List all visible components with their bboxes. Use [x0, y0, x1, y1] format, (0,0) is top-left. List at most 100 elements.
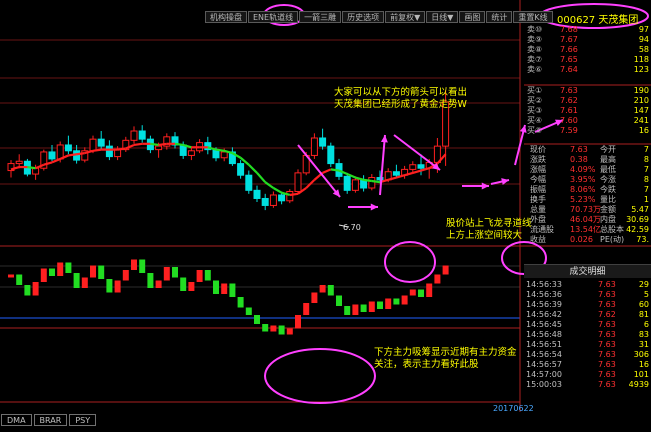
oscillator-bar: [434, 274, 441, 284]
oscillator-bar: [8, 274, 14, 278]
trade-row-cell: 29: [638, 280, 649, 289]
candle-body: [269, 194, 277, 206]
sell-row: 卖⑧ 7.66 58: [524, 45, 651, 55]
oscillator-bar: [245, 307, 252, 315]
tab-jigou-caopan[interactable]: 机构操盘: [205, 11, 247, 23]
oscillator-bar: [73, 273, 80, 288]
indicator-tabs: DMA BRAR PSY: [1, 414, 98, 426]
sell-row-cell: 97: [638, 25, 649, 34]
trade-row-cell: 14:56:51: [526, 340, 562, 349]
oscillator-bar: [336, 295, 342, 306]
candle-body: [138, 130, 146, 140]
oscillator-bar: [377, 301, 383, 309]
candle-body: [319, 137, 327, 147]
candle-body: [89, 138, 97, 152]
buy-row-cell: 7.60: [560, 116, 578, 125]
sell-row-cell: 7.68: [560, 25, 578, 34]
oscillator-bar: [409, 289, 416, 296]
trade-row-cell: 7.62: [598, 310, 616, 319]
quote-cell: 8.06%: [570, 185, 596, 194]
buy-row-cell: 买⑤: [527, 126, 543, 135]
quote-cell: 今跌: [600, 185, 616, 194]
oscillator-bar: [393, 298, 400, 305]
candle-body: [105, 145, 113, 158]
candle-body: [253, 189, 261, 199]
candle-body: [343, 175, 351, 191]
quote-cell: 振幅: [530, 185, 546, 194]
trade-row: 14:56:36 7.63 5: [524, 290, 651, 300]
trade-row-cell: 14:56:33: [526, 280, 562, 289]
annotation-line: 关注，表示主力看好此股: [374, 359, 479, 370]
sell-row-cell: 123: [633, 65, 649, 74]
trade-row-cell: 81: [638, 310, 649, 319]
trend-arrow-head: [370, 203, 378, 211]
trade-row-cell: 83: [638, 330, 649, 339]
oscillator-bar: [360, 304, 367, 312]
oscillator-bar: [327, 285, 334, 296]
buy-row-cell: 7.61: [560, 106, 578, 115]
oscillator-bar: [57, 262, 64, 276]
oscillator-bar: [131, 259, 137, 270]
ma-line: [272, 187, 283, 194]
trade-row: 14:56:39 7.63 60: [524, 300, 651, 310]
reset-kline-button[interactable]: 重置K线: [513, 11, 553, 23]
candle-body: [32, 167, 40, 175]
quote-cell: 0.026: [570, 235, 593, 244]
ma-line: [51, 157, 61, 164]
tab-psy[interactable]: PSY: [69, 414, 97, 426]
buy-row-cell: 7.63: [560, 86, 578, 95]
tab-history-options[interactable]: 历史选项: [342, 11, 385, 23]
low-price-label: 6.70: [343, 223, 361, 232]
trade-row-cell: 16: [638, 360, 649, 369]
candle-body: [130, 130, 138, 141]
trend-arrow: [379, 134, 386, 196]
ma-line: [363, 178, 372, 183]
quote-cell: 现价: [530, 145, 546, 154]
quote-cell: 5.47: [631, 205, 649, 214]
tab-ene-channel[interactable]: ENE轨道线: [248, 11, 299, 23]
trade-row-cell: 6: [643, 320, 649, 329]
adjust-dropdown[interactable]: 前复权▼: [385, 11, 426, 23]
oscillator-bar: [262, 324, 269, 332]
chart-toolbar: 机构操盘 ENE轨道线 一箭三雕 历史选项 前复权▼ 日线▼ 画图 统计 重置K…: [205, 11, 554, 23]
quote-cell: 42.59: [626, 225, 649, 234]
trade-row: 14:56:48 7.63 83: [524, 330, 651, 340]
quote-cell: 流通股: [530, 225, 554, 234]
trade-row-cell: 7.63: [598, 290, 616, 299]
tab-brar[interactable]: BRAR: [33, 414, 68, 426]
stats-button[interactable]: 统计: [486, 11, 513, 23]
quote-cell: 8: [643, 175, 649, 184]
ma-line: [92, 148, 102, 152]
oscillator-bar: [204, 270, 211, 281]
tab-dma[interactable]: DMA: [1, 414, 32, 426]
period-dropdown[interactable]: 日线▼: [426, 11, 459, 23]
candle-body: [278, 194, 286, 202]
quote-cell: 7.63: [570, 145, 588, 154]
oscillator-bar: [385, 298, 392, 309]
oscillator-bar: [16, 274, 23, 285]
sell-row-cell: 卖⑥: [527, 65, 543, 74]
ma-line: [215, 148, 225, 152]
sell-row: 卖⑥ 7.64 123: [524, 65, 651, 75]
tab-yijian-sandiao[interactable]: 一箭三雕: [299, 11, 342, 23]
sell-row-cell: 58: [638, 45, 649, 54]
oscillator-bar: [147, 273, 154, 288]
oscillator-bar: [106, 279, 113, 293]
draw-button[interactable]: 画图: [459, 11, 486, 23]
oscillator-bar: [418, 289, 424, 297]
candle-body: [187, 150, 195, 156]
trade-detail-list: 14:56:33 7.63 29 14:56:36 7.63 5 14:56:39 7.63 6…: [524, 280, 651, 390]
candle-body: [392, 171, 400, 176]
trend-arrow: [393, 134, 441, 171]
oscillator-bar: [237, 297, 244, 308]
oscillator-bar: [81, 277, 88, 288]
trade-row-cell: 7.63: [598, 340, 616, 349]
trade-detail-title[interactable]: 成交明细: [524, 264, 651, 278]
stock-title: 000627 天茂集团: [557, 15, 639, 26]
oscillator-bar: [32, 282, 39, 296]
oscillator-bar: [401, 295, 408, 305]
sell-row-cell: 118: [633, 55, 649, 64]
buy-row: 买① 7.63 190: [524, 86, 651, 96]
quote-cell: 总股本: [600, 225, 624, 234]
quote-row: 现价 7.63 今开 7: [524, 145, 651, 155]
